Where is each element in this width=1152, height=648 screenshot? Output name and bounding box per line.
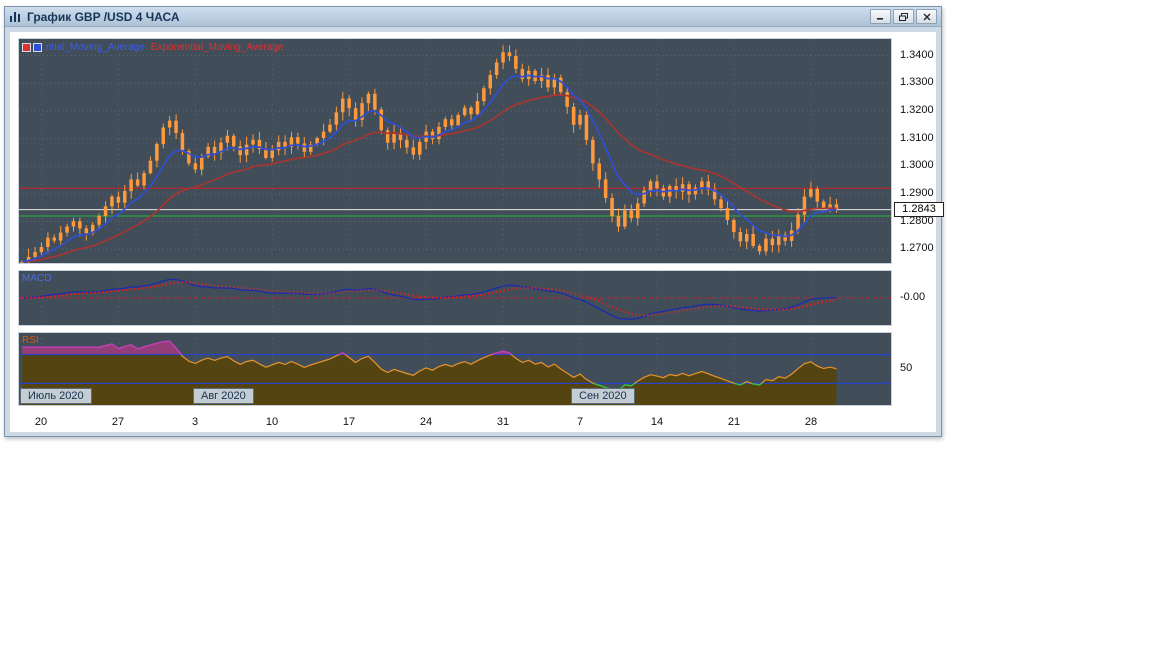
- price-axis-label: 1.3000: [900, 159, 934, 171]
- macd-label: MACD: [22, 273, 52, 284]
- close-icon: [923, 13, 930, 20]
- chart-window: График GBP /USD 4 ЧАСА ntial_Moving_Aver…: [4, 6, 944, 437]
- time-axis-label: 7: [576, 416, 584, 428]
- ma-fast-legend-label: ntial_Moving_Average: [46, 42, 145, 53]
- rsi-axis-label: 50: [900, 362, 913, 374]
- window-controls: [870, 9, 937, 24]
- ma-slow-legend-label: Exponential_Moving_Average: [150, 42, 284, 53]
- macd-axis-label: -0.00: [900, 291, 926, 303]
- restore-icon: [899, 12, 908, 21]
- title-bar[interactable]: График GBP /USD 4 ЧАСА: [5, 7, 941, 27]
- window-title: График GBP /USD 4 ЧАСА: [27, 9, 180, 24]
- macd-chart-svg[interactable]: [19, 271, 891, 325]
- price-axis-label: 1.3200: [900, 104, 934, 116]
- time-axis-label: 10: [265, 416, 279, 428]
- minimize-icon: [877, 18, 883, 20]
- price-axis-label: 1.3100: [900, 132, 934, 144]
- time-axis-label: 27: [111, 416, 125, 428]
- app-icon: [10, 11, 20, 22]
- time-axis-label: 24: [419, 416, 433, 428]
- price-axis-label: 1.3400: [900, 49, 934, 61]
- current-price-tag: 1.2843: [894, 202, 944, 217]
- time-axis-label: 20: [34, 416, 48, 428]
- price-axis-label: 1.3300: [900, 76, 934, 88]
- time-axis-label: 21: [727, 416, 741, 428]
- month-marker: Авг 2020: [193, 388, 254, 404]
- price-axis-label: 1.2900: [900, 187, 934, 199]
- time-axis-label: 31: [496, 416, 510, 428]
- legend-swatch-red[interactable]: [22, 43, 31, 52]
- minimize-button[interactable]: [870, 9, 891, 24]
- rsi-panel[interactable]: RSI Июль 2020 Авг 2020 Сен 2020: [18, 332, 892, 406]
- rsi-chart-svg[interactable]: [19, 333, 891, 405]
- time-axis-label: 3: [191, 416, 199, 428]
- time-axis: 20 27 3 10 17 24 31 7 14 21 28: [18, 414, 892, 432]
- month-marker: Июль 2020: [20, 388, 92, 404]
- indicator-legend: ntial_Moving_Average Exponential_Moving_…: [22, 42, 283, 53]
- time-axis-label: 17: [342, 416, 356, 428]
- price-axis-label: 1.2700: [900, 242, 934, 254]
- time-axis-label: 14: [650, 416, 664, 428]
- macd-panel[interactable]: MACD: [18, 270, 892, 326]
- chart-client-area: ntial_Moving_Average Exponential_Moving_…: [10, 32, 944, 432]
- legend-swatch-blue[interactable]: [33, 43, 42, 52]
- price-chart-svg[interactable]: [19, 39, 891, 263]
- close-button[interactable]: [916, 9, 937, 24]
- restore-button[interactable]: [893, 9, 914, 24]
- price-panel[interactable]: ntial_Moving_Average Exponential_Moving_…: [18, 38, 892, 264]
- time-axis-label: 28: [804, 416, 818, 428]
- rsi-label: RSI: [22, 335, 39, 346]
- month-marker: Сен 2020: [571, 388, 635, 404]
